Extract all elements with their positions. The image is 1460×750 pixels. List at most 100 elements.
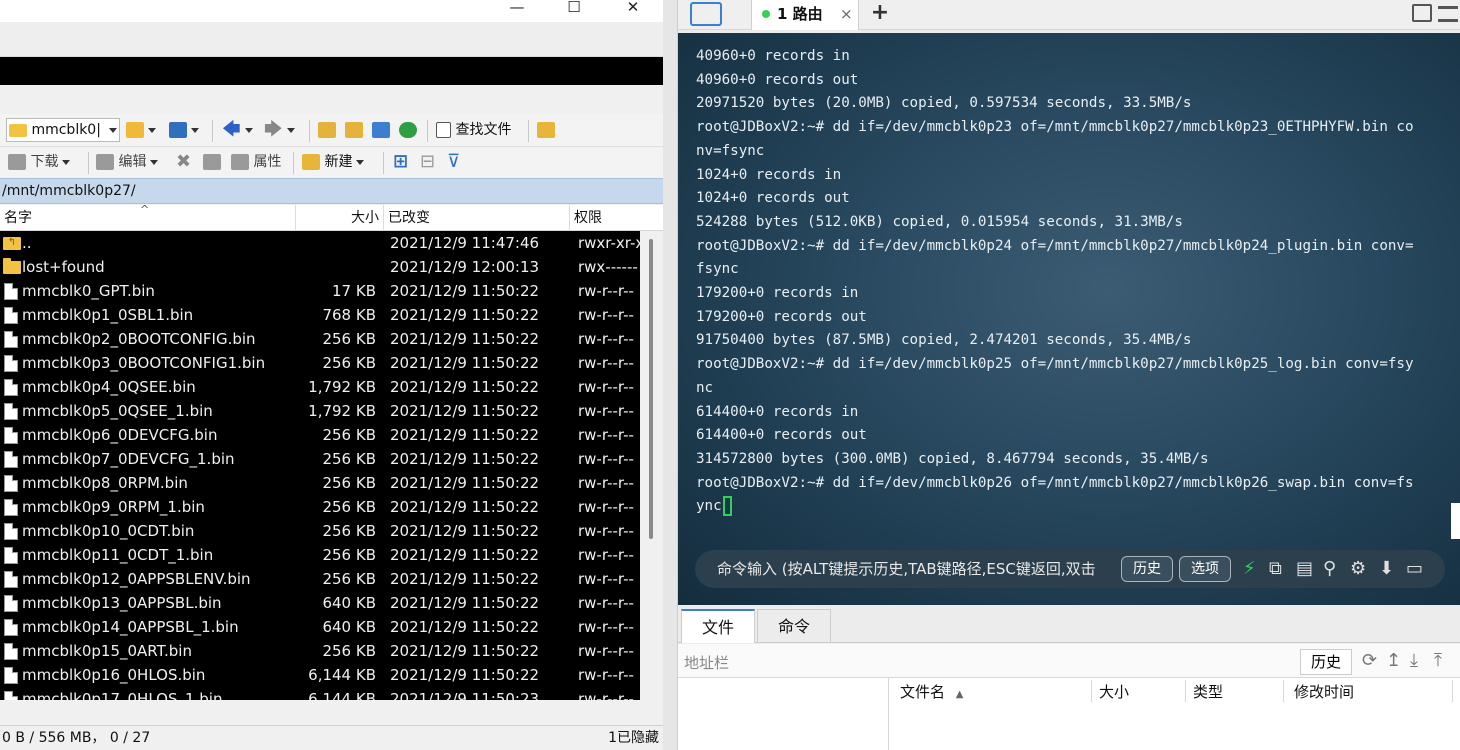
terminal-line-text: 1024+0 records in xyxy=(696,166,842,183)
delete-button[interactable]: ✖ xyxy=(176,151,191,173)
drive-selector[interactable]: mmcblk0| xyxy=(6,118,120,142)
add-tab-button[interactable]: + xyxy=(868,0,892,28)
window-icon[interactable]: ▭ xyxy=(1406,559,1423,579)
column-header-modified[interactable]: 修改时间 xyxy=(1294,678,1354,706)
paste-icon[interactable]: ▤ xyxy=(1296,559,1313,579)
refresh-button[interactable] xyxy=(399,119,417,141)
terminal-output[interactable]: 命令输入 (按ALT键提示历史,TAB键路径,ESC键返回,双击 历史 选项 ⚡… xyxy=(678,33,1460,605)
session-tab[interactable]: 1 路由 × xyxy=(751,0,859,30)
file-permissions: rw-r--r-- xyxy=(578,690,634,700)
table-row[interactable]: mmcblk0p9_0RPM_1.bin 256 KB 2021/12/9 11:5… xyxy=(0,495,640,519)
search-icon[interactable]: ⚲ xyxy=(1323,559,1336,579)
properties-button[interactable]: 属性 xyxy=(231,151,281,173)
plus-icon: + xyxy=(870,0,890,25)
file-size: 256 KB xyxy=(322,522,376,540)
table-row[interactable]: mmcblk0p16_0HLOS.bin 6,144 KB 2021/12/9 11… xyxy=(0,663,640,687)
menu-icon[interactable] xyxy=(1438,6,1458,22)
close-button[interactable]: ✕ xyxy=(610,0,656,22)
file-permissions: rw-r--r-- xyxy=(578,570,634,588)
gear-icon[interactable]: ⚙ xyxy=(1350,559,1366,579)
filter-button[interactable] xyxy=(169,119,199,141)
table-row[interactable]: mmcblk0p12_0APPSBLENV.bin 256 KB 2021/12/9… xyxy=(0,567,640,591)
maximize-button[interactable]: ☐ xyxy=(551,0,597,22)
minimize-icon: — xyxy=(509,0,525,16)
column-filename-label: 文件名 xyxy=(900,683,946,701)
table-row[interactable]: mmcblk0p1_0SBL1.bin 768 KB 2021/12/9 11:50… xyxy=(0,303,640,327)
upload-parent-icon[interactable]: ↥ xyxy=(1386,650,1401,671)
table-row[interactable]: mmcblk0p10_0CDT.bin 256 KB 2021/12/9 11:50… xyxy=(0,519,640,543)
rename-button[interactable] xyxy=(203,151,221,173)
column-header-size[interactable]: 大小 xyxy=(1099,678,1129,706)
column-header-permissions[interactable]: 权限 xyxy=(570,205,663,231)
parent-folder-button[interactable] xyxy=(318,119,336,141)
invert-selection-button[interactable]: ⊽ xyxy=(447,151,460,173)
upload-icon[interactable]: ⤒ xyxy=(1434,650,1442,671)
table-row[interactable]: mmcblk0p13_0APPSBL.bin 640 KB 2021/12/9 11… xyxy=(0,591,640,615)
history-button[interactable]: 历史 xyxy=(1121,556,1173,582)
tab-commands[interactable]: 命令 xyxy=(757,609,831,643)
refresh-icon[interactable]: ⟳ xyxy=(1362,650,1377,671)
command-input-bar[interactable]: 命令输入 (按ALT键提示历史,TAB键路径,ESC键返回,双击 历史 选项 ⚡… xyxy=(695,550,1445,588)
table-row[interactable]: mmcblk0p2_0BOOTCONFIG.bin 256 KB 2021/12/9… xyxy=(0,327,640,351)
grid-layout-icon[interactable] xyxy=(1412,4,1432,22)
find-files-button[interactable]: 查找文件 xyxy=(436,119,511,141)
lightning-icon[interactable]: ⚡ xyxy=(1243,559,1256,579)
path-bar[interactable]: /mnt/mmcblk0p27/ xyxy=(0,178,663,204)
copy-icon[interactable]: ⧉ xyxy=(1269,559,1282,579)
column-header-size[interactable]: 大小 xyxy=(296,205,384,231)
address-history-button[interactable]: 历史 xyxy=(1300,649,1352,675)
column-header-modified[interactable]: 已改变 xyxy=(384,205,570,231)
column-header-type[interactable]: 类型 xyxy=(1193,678,1223,706)
download-icon[interactable]: ⤓ xyxy=(1410,650,1418,671)
toolbar-spacer xyxy=(0,85,663,113)
scrollbar-thumb[interactable] xyxy=(649,239,653,539)
options-button[interactable]: 选项 xyxy=(1179,556,1231,582)
column-header-name[interactable]: 名字 ^ xyxy=(0,203,296,231)
table-row[interactable]: mmcblk0_GPT.bin 17 KB 2021/12/9 11:50:22 rw… xyxy=(0,279,640,303)
terminal-scrollbar-thumb[interactable] xyxy=(1451,503,1460,539)
tab-files[interactable]: 文件 xyxy=(681,609,755,643)
chevron-down-icon xyxy=(109,127,118,133)
table-row[interactable]: mmcblk0p6_0DEVCFG.bin 256 KB 2021/12/9 11:… xyxy=(0,423,640,447)
table-row[interactable]: mmcblk0p5_0QSEE_1.bin 1,792 KB 2021/12/9 1… xyxy=(0,399,640,423)
terminal-cursor xyxy=(722,496,732,517)
table-row[interactable]: lost+found 2021/12/9 12:00:13 rwx------ xyxy=(0,255,640,279)
invert-icon: ⊽ xyxy=(447,151,461,172)
file-name: mmcblk0p13_0APPSBL.bin xyxy=(22,594,222,612)
toolbar-separator xyxy=(88,152,89,174)
arrow-down-icon[interactable]: ⬇ xyxy=(1379,559,1394,579)
table-row[interactable]: mmcblk0p17_0HLOS_1.bin 6,144 KB 2021/12/9 … xyxy=(0,687,640,700)
back-button[interactable]: 🡄 xyxy=(222,119,253,141)
column-header-filename[interactable]: 文件名 ▲ xyxy=(900,678,964,706)
layout-button[interactable] xyxy=(537,119,555,141)
table-row[interactable]: mmcblk0p4_0QSEE.bin 1,792 KB 2021/12/9 11:… xyxy=(0,375,640,399)
open-folder-button[interactable] xyxy=(126,119,156,141)
download-button[interactable]: 下载 xyxy=(8,151,71,173)
close-icon[interactable]: × xyxy=(840,0,853,28)
table-row[interactable]: mmcblk0p14_0APPSBL_1.bin 640 KB 2021/12/9 … xyxy=(0,615,640,639)
command-input[interactable]: 命令输入 (按ALT键提示历史,TAB键路径,ESC键返回,双击 xyxy=(717,550,1096,588)
chevron-down-icon xyxy=(244,127,253,133)
forward-button[interactable]: 🡆 xyxy=(264,119,295,141)
terminal-line: 314572800 bytes (300.0MB) copied, 8.4677… xyxy=(696,448,1209,471)
address-input[interactable]: 地址栏 xyxy=(684,652,729,673)
table-row[interactable]: ↰.. 2021/12/9 11:47:46 rwxr-xr-x xyxy=(0,231,640,255)
chevron-down-icon xyxy=(356,159,365,165)
minimize-button[interactable]: — xyxy=(494,0,540,22)
file-list-scrollbar[interactable] xyxy=(640,231,663,700)
table-row[interactable]: mmcblk0p11_0CDT_1.bin 256 KB 2021/12/9 11:… xyxy=(0,543,640,567)
edit-button[interactable]: 编辑 xyxy=(96,151,159,173)
table-row[interactable]: mmcblk0p3_0BOOTCONFIG1.bin 256 KB 2021/12/… xyxy=(0,351,640,375)
select-all-button[interactable]: ⊞ xyxy=(393,151,408,173)
table-row[interactable]: mmcblk0p8_0RPM.bin 256 KB 2021/12/9 11:50:… xyxy=(0,471,640,495)
pane-divider[interactable] xyxy=(663,0,678,750)
open-folder-icon[interactable] xyxy=(690,2,722,26)
table-row[interactable]: mmcblk0p15_0ART.bin 256 KB 2021/12/9 11:50… xyxy=(0,639,640,663)
new-button[interactable]: 新建 xyxy=(302,151,365,173)
home-button[interactable] xyxy=(372,119,390,141)
table-row[interactable]: mmcblk0p7_0DEVCFG_1.bin 256 KB 2021/12/9 1… xyxy=(0,447,640,471)
file-icon xyxy=(4,307,18,324)
terminal-line: root@JDBoxV2:~# dd if=/dev/mmcblk0p25 of… xyxy=(696,353,1414,376)
root-folder-button[interactable] xyxy=(345,119,363,141)
deselect-button[interactable]: ⊟ xyxy=(420,151,435,173)
